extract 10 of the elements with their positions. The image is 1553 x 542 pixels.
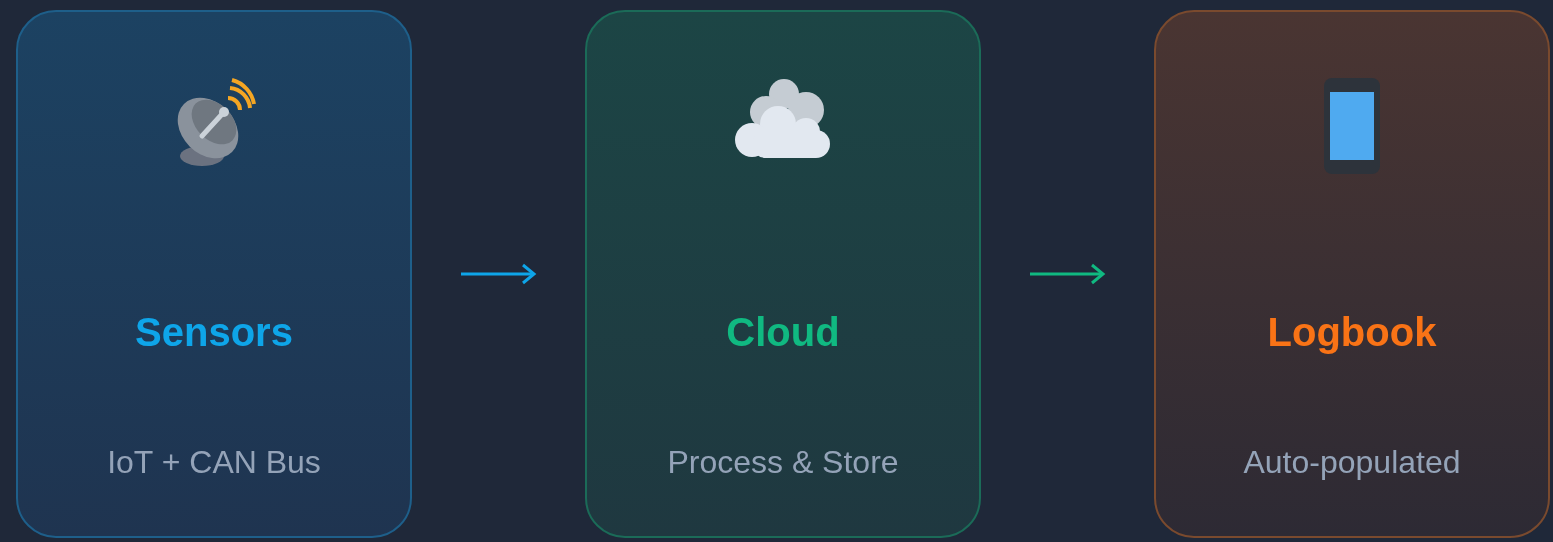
- phone-icon: [1322, 78, 1382, 174]
- stage-title: Logbook: [1267, 309, 1437, 356]
- arrow-icon: [1029, 263, 1106, 285]
- stage-subtitle: Auto-populated: [1243, 443, 1461, 481]
- stage-title: Cloud: [726, 309, 840, 356]
- stage-subtitle: IoT + CAN Bus: [107, 443, 321, 481]
- cloud-icon: [734, 78, 832, 160]
- arrow-icon: [460, 263, 537, 285]
- stage-title: Sensors: [135, 309, 293, 356]
- stage-subtitle: Process & Store: [667, 443, 899, 481]
